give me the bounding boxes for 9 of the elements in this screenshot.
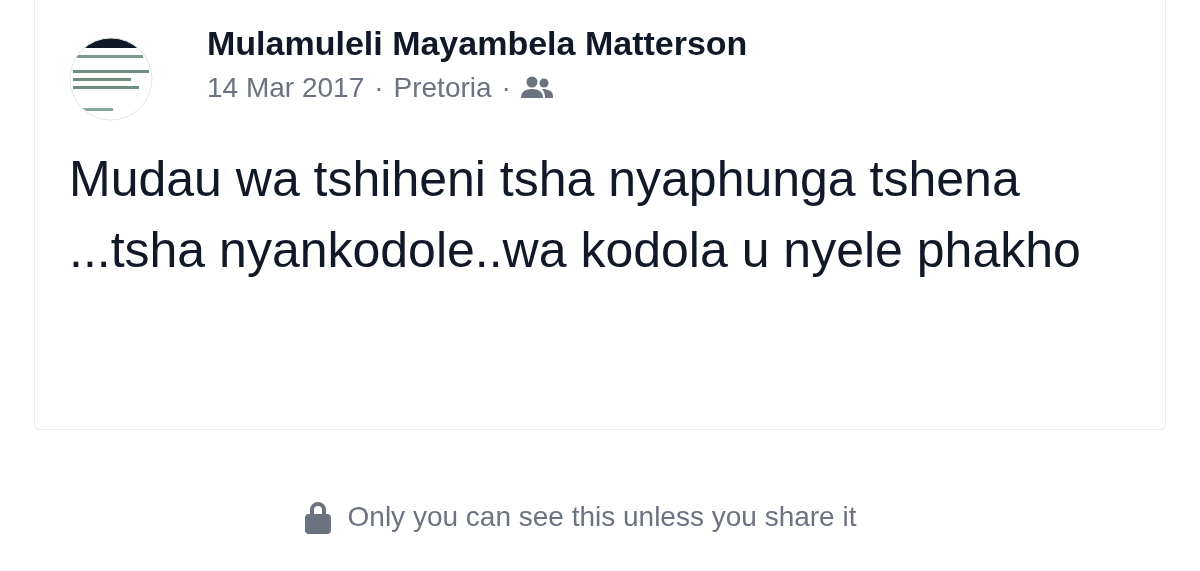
lock-icon [303, 500, 332, 534]
post-date[interactable]: 14 Mar 2017 [207, 68, 365, 108]
separator-dot: · [501, 71, 511, 105]
post-text: Mudau wa tshiheni tsha nyaphunga tshena ...tsha nyankodole..wa kodola u nyele phakho [69, 150, 1082, 280]
separator-dot: · [374, 71, 384, 105]
friends-icon[interactable] [520, 76, 553, 100]
privacy-note: Only you can see this unless you share it [347, 500, 857, 534]
post-location[interactable]: Pretoria [393, 68, 492, 108]
author-name[interactable]: Mulamuleli Mayambela Matterson [207, 20, 748, 66]
